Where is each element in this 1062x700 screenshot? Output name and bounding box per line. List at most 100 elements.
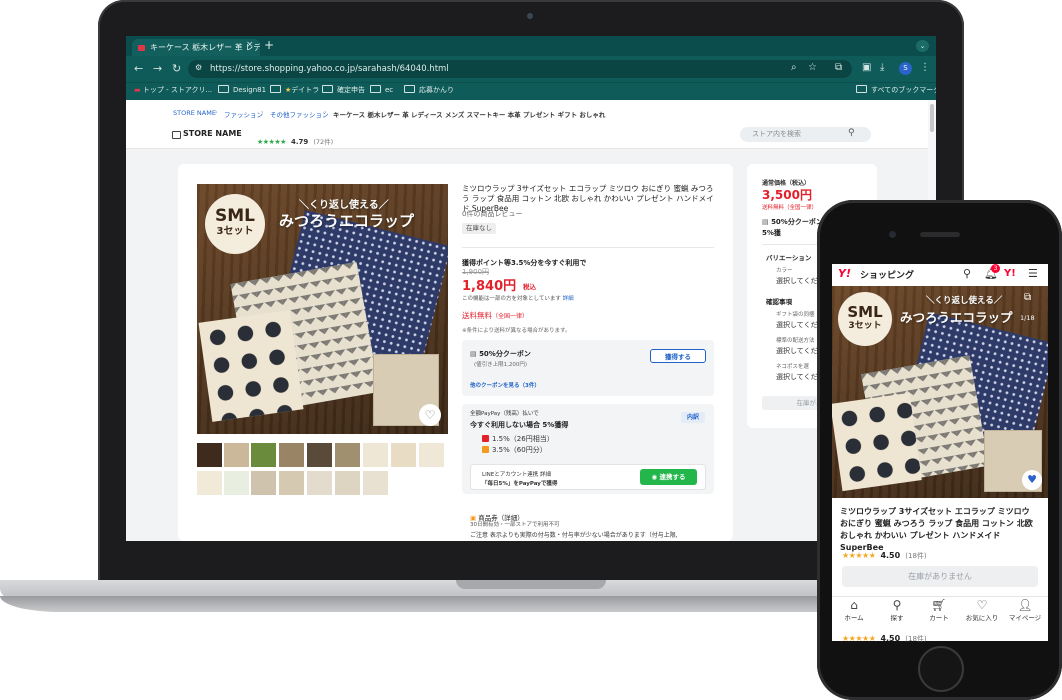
thumbnail[interactable] xyxy=(279,471,304,495)
thumbnail[interactable] xyxy=(363,471,388,495)
image-title-line2: みつろうエコラップ xyxy=(279,212,415,230)
laptop-camera xyxy=(527,13,533,19)
coupon-icon: ▤ xyxy=(470,350,477,358)
thumbnail[interactable] xyxy=(224,471,249,495)
thumbnail[interactable] xyxy=(419,443,444,467)
thumbnail[interactable] xyxy=(363,443,388,467)
all-bookmarks[interactable]: すべてのブックマーク xyxy=(856,85,936,95)
breadcrumb-item[interactable]: STORE NAME xyxy=(173,109,216,117)
bookmark-item[interactable]: 確定申告 xyxy=(322,85,365,95)
breadcrumb-item[interactable]: ファッション xyxy=(224,109,263,119)
phone-product-image[interactable]: SML 3セット ＼くり返し使える／ みつろうエコラップ ♥ xyxy=(832,286,1048,498)
tab-search[interactable]: ⚲ 探す xyxy=(877,598,917,622)
tax-label: 税込 xyxy=(523,283,536,291)
hamburger-menu-icon[interactable]: ☰ xyxy=(1028,267,1038,280)
profile-avatar[interactable]: S xyxy=(899,62,912,75)
phone-rating[interactable]: ★★★★★ 4.50 (18件) xyxy=(842,543,927,562)
review-count: (18件) xyxy=(905,552,927,560)
rating-value: 4.50 xyxy=(880,551,901,560)
thumbnail[interactable] xyxy=(307,471,332,495)
browser-menu-icon[interactable]: ⋮ xyxy=(920,62,930,73)
forward-icon[interactable]: → xyxy=(153,62,162,75)
thumbnail[interactable] xyxy=(197,443,222,467)
scrollbar-thumb[interactable] xyxy=(930,104,934,132)
nekopos-select[interactable]: 選択してくだ xyxy=(776,372,818,382)
zoom-icon[interactable]: ⌕ xyxy=(791,62,797,73)
favorite-heart-icon[interactable]: ♡ xyxy=(419,404,441,426)
yahoo-logo[interactable]: Y! xyxy=(838,267,851,280)
shopping-logo-text[interactable]: ショッピング xyxy=(860,268,914,281)
thumbnail[interactable] xyxy=(197,471,222,495)
side-coupon-rate: 5%獲 xyxy=(762,229,781,237)
thumbnail[interactable] xyxy=(279,443,304,467)
bookmark-item[interactable]: Design81 xyxy=(218,85,266,94)
tab-cart[interactable]: 🛒︎ カート xyxy=(919,598,959,622)
browser-tab[interactable]: キーケース 栃木レザー 革 レディ xyxy=(132,39,260,56)
breakdown-button[interactable]: 内訳 xyxy=(681,412,705,423)
site-info-icon[interactable]: ⚙ xyxy=(195,63,202,72)
bookmark-item[interactable]: ★デイトラ xyxy=(270,85,319,95)
heart-icon: ♡ xyxy=(976,598,988,612)
folder-icon xyxy=(856,85,867,93)
extensions-icon[interactable]: ⧉ xyxy=(835,62,842,73)
tab-search-icon[interactable]: ⌄ xyxy=(916,40,929,52)
image-title-line2: みつろうエコラップ xyxy=(900,310,1013,325)
bookmark-item[interactable]: ec xyxy=(370,85,393,94)
user-icon: 👤︎ xyxy=(1017,598,1033,612)
search-icon[interactable]: ⚲ xyxy=(848,128,855,138)
tab-title: キーケース 栃木レザー 革 レディ xyxy=(150,43,260,52)
tab-mypage[interactable]: 👤︎ マイページ xyxy=(1005,598,1045,622)
nekopos-label: ネコポスを選 xyxy=(776,364,809,370)
get-coupon-button[interactable]: 獲得する xyxy=(650,349,706,363)
gallery-icon[interactable]: ⧉ xyxy=(1024,292,1031,303)
phone-out-of-stock-button[interactable]: 在庫がありません xyxy=(842,566,1038,587)
back-icon[interactable]: ← xyxy=(134,62,143,75)
bookmark-item[interactable]: 応募かんり xyxy=(404,85,454,95)
thumbnail[interactable] xyxy=(335,443,360,467)
thumbnail[interactable] xyxy=(335,471,360,495)
store-rating[interactable]: ★★★★★ 4.79 (72件) xyxy=(257,129,333,148)
delivery-select[interactable]: 選択してくだ xyxy=(776,346,818,356)
breadcrumb-separator: › xyxy=(324,108,327,116)
tab-favicon-icon xyxy=(138,45,145,51)
side-shipping: 送料無料（全国一律） xyxy=(762,205,818,211)
bookmark-item[interactable]: ▬ トップ - ストアクリ... xyxy=(134,85,212,95)
paypay-line: 3.5%（60円分） xyxy=(482,445,547,455)
color-select[interactable]: 選択してくだ xyxy=(776,276,818,286)
more-coupons-link[interactable]: 他のクーポンを見る（3件） xyxy=(470,381,540,389)
yahoo-cart-icon[interactable]: Y! xyxy=(1004,268,1016,279)
tab-home[interactable]: ⌂ ホーム xyxy=(834,598,874,622)
line-icon: ◉ xyxy=(651,473,658,481)
thumbnail[interactable] xyxy=(307,443,332,467)
price-note-detail-link[interactable]: 詳細 xyxy=(563,296,574,302)
url-text[interactable]: https://store.shopping.yahoo.co.jp/sarah… xyxy=(210,60,449,78)
thumbnail[interactable] xyxy=(224,443,249,467)
download-icon[interactable]: ⤓ xyxy=(880,62,884,73)
folder-icon xyxy=(322,85,333,93)
gift-caution: ご注意 表示よりも実際の付与数・付与率が少ない場合があります（付与上限, xyxy=(470,532,678,539)
product-review-count[interactable]: 0件の商品レビュー xyxy=(462,209,522,219)
new-tab-button[interactable]: + xyxy=(264,38,274,52)
sidepanel-icon[interactable]: ▣ xyxy=(862,62,871,73)
search-icon[interactable]: ⚲ xyxy=(963,267,971,280)
store-name[interactable]: STORE NAME xyxy=(183,129,242,138)
tab-close-icon[interactable]: × xyxy=(246,40,254,50)
product-main-image[interactable]: SML 3セット ＼くり返し使える／ みつろうエコラップ ♡ xyxy=(197,184,448,434)
paypay-line: 1.5%（26円相当） xyxy=(482,434,554,444)
breadcrumb-item[interactable]: その他ファッション xyxy=(270,109,329,119)
reload-icon[interactable]: ↻ xyxy=(172,62,181,75)
favorite-heart-icon[interactable]: ♥ xyxy=(1022,470,1042,490)
thumbnail[interactable] xyxy=(251,471,276,495)
bookmark-star-icon[interactable]: ☆ xyxy=(808,62,817,73)
laptop-notch xyxy=(456,580,606,589)
thumbnail[interactable] xyxy=(391,443,416,467)
line-link-text[interactable]: LINEとアカウント連携 詳細 xyxy=(482,470,551,478)
gift-bag-select[interactable]: 選択してくだ xyxy=(776,320,818,330)
phone-rating-repeat: ★★★★★ 4.50 (18件) xyxy=(842,634,927,643)
phone-home-button[interactable] xyxy=(918,646,964,692)
tab-favorites[interactable]: ♡ お気に入り xyxy=(962,598,1002,622)
thumbnail[interactable] xyxy=(251,443,276,467)
line-connect-button[interactable]: ◉ 連携する xyxy=(640,469,697,485)
paypay-head: 全額PayPay（残高）払いで xyxy=(470,411,539,417)
gift-sub: 30日間有効・一部ストアで利用不可 xyxy=(470,522,560,528)
